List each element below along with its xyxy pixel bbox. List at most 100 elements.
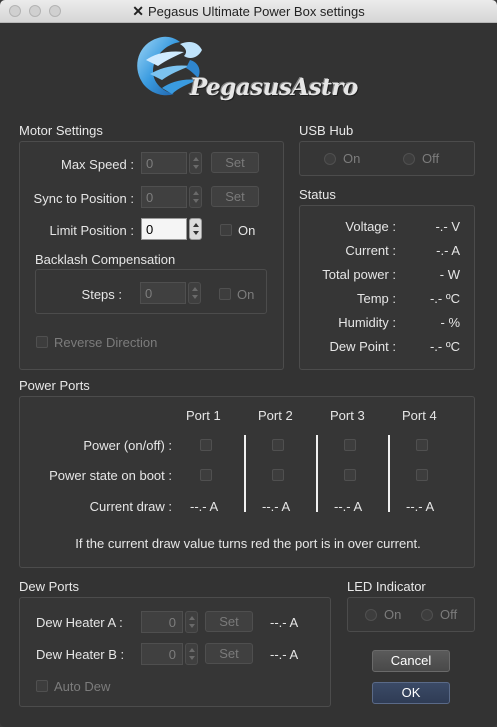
dew-heater-a-current: --.- A	[270, 615, 299, 630]
steps-on-label: On	[237, 287, 255, 302]
sync-position-input[interactable]: 0	[141, 186, 187, 208]
dew-heater-b-stepper[interactable]: 0	[141, 643, 199, 665]
port-1-header: Port 1	[186, 408, 221, 423]
ok-button[interactable]: OK	[372, 682, 450, 704]
power-ports-label: Power Ports	[19, 378, 90, 393]
dew-ports-group: Dew Heater A : 0 Set --.- A Dew Heater B…	[19, 597, 331, 707]
usb-hub-label: USB Hub	[299, 123, 354, 138]
x-logo-icon: ✕	[132, 3, 144, 19]
limit-on-checkbox[interactable]	[220, 224, 232, 236]
port-1-current-draw: --.- A	[190, 499, 219, 514]
dew-heater-b-input[interactable]: 0	[141, 643, 183, 665]
dew-ports-label: Dew Ports	[19, 579, 79, 594]
dew-heater-a-arrows[interactable]	[185, 611, 198, 633]
voltage-label: Voltage :	[345, 219, 396, 234]
backlash-compensation-label: Backlash Compensation	[35, 252, 176, 267]
humidity-label: Humidity :	[338, 315, 396, 330]
dew-point-value: -.- ºC	[429, 339, 460, 354]
limit-position-label: Limit Position :	[49, 223, 134, 238]
port-4-boot-checkbox[interactable]	[416, 469, 428, 481]
motor-settings-label: Motor Settings	[19, 123, 103, 138]
port-divider	[316, 435, 318, 512]
port-2-header: Port 2	[258, 408, 293, 423]
max-speed-input[interactable]: 0	[141, 152, 187, 174]
max-speed-arrows[interactable]	[189, 152, 202, 174]
max-speed-set-button[interactable]: Set	[211, 152, 259, 173]
port-4-current-draw: --.- A	[406, 499, 435, 514]
port-4-power-checkbox[interactable]	[416, 439, 428, 451]
port-3-power-checkbox[interactable]	[344, 439, 356, 451]
dew-heater-b-label: Dew Heater B :	[36, 647, 125, 662]
current-label: Current :	[345, 243, 396, 258]
window-title: ✕ Pegasus Ultimate Power Box settings	[0, 3, 497, 20]
settings-window: ✕ Pegasus Ultimate Power Box settings Peg…	[0, 0, 497, 727]
port-3-boot-checkbox[interactable]	[344, 469, 356, 481]
over-current-note: If the current draw value turns red the …	[75, 536, 421, 551]
dew-point-label: Dew Point :	[329, 339, 396, 354]
usb-hub-group: On Off	[299, 141, 475, 176]
max-speed-label: Max Speed :	[61, 157, 134, 172]
dew-heater-a-input[interactable]: 0	[141, 611, 183, 633]
dew-heater-a-label: Dew Heater A :	[36, 615, 123, 630]
limit-position-arrows[interactable]	[189, 218, 202, 240]
max-speed-stepper[interactable]: 0	[141, 152, 203, 174]
led-off-radio[interactable]	[421, 609, 433, 621]
port-2-boot-checkbox[interactable]	[272, 469, 284, 481]
motor-settings-group: Max Speed : 0 Set Sync to Position : 0 S…	[19, 141, 284, 370]
sync-position-stepper[interactable]: 0	[141, 186, 203, 208]
port-divider	[244, 435, 246, 512]
dew-heater-a-set-button[interactable]: Set	[205, 611, 253, 632]
current-draw-label: Current draw :	[89, 499, 172, 514]
limit-on-label: On	[238, 223, 256, 238]
usb-off-radio[interactable]	[403, 153, 415, 165]
power-ports-group: Port 1 Port 2 Port 3 Port 4 Power (on/of…	[19, 396, 475, 568]
port-divider	[388, 435, 390, 512]
limit-position-input[interactable]: 0	[141, 218, 187, 240]
sync-position-arrows[interactable]	[189, 186, 202, 208]
steps-stepper[interactable]: 0	[140, 282, 202, 304]
sync-position-label: Sync to Position :	[33, 191, 134, 206]
port-2-current-draw: --.- A	[262, 499, 291, 514]
total-power-value: - W	[439, 267, 460, 282]
voltage-value: -.- V	[435, 219, 460, 234]
power-on-boot-label: Power state on boot :	[49, 468, 172, 483]
dew-heater-b-current: --.- A	[270, 647, 299, 662]
steps-on-checkbox[interactable]	[219, 288, 231, 300]
led-on-radio[interactable]	[365, 609, 377, 621]
led-on-label: On	[384, 607, 402, 622]
dew-heater-b-arrows[interactable]	[185, 643, 198, 665]
port-4-header: Port 4	[402, 408, 437, 423]
led-indicator-group: On Off	[347, 597, 475, 632]
power-on-off-label: Power (on/off) :	[83, 438, 172, 453]
port-2-power-checkbox[interactable]	[272, 439, 284, 451]
title-bar: ✕ Pegasus Ultimate Power Box settings	[0, 0, 497, 23]
port-3-current-draw: --.- A	[334, 499, 363, 514]
port-3-header: Port 3	[330, 408, 365, 423]
dew-heater-b-set-button[interactable]: Set	[205, 643, 253, 664]
usb-off-label: Off	[422, 151, 440, 166]
temp-value: -.- ºC	[429, 291, 460, 306]
auto-dew-label: Auto Dew	[54, 679, 111, 694]
usb-on-radio[interactable]	[324, 153, 336, 165]
temp-label: Temp :	[356, 291, 396, 306]
pegasus-astro-logo: PegasusAstro	[128, 30, 383, 112]
reverse-direction-checkbox[interactable]	[36, 336, 48, 348]
sync-position-set-button[interactable]: Set	[211, 186, 259, 207]
limit-position-stepper[interactable]: 0	[141, 218, 203, 240]
steps-arrows[interactable]	[188, 282, 201, 304]
auto-dew-checkbox[interactable]	[36, 680, 48, 692]
logo-text: PegasusAstro	[190, 74, 358, 101]
dew-heater-a-stepper[interactable]: 0	[141, 611, 199, 633]
steps-label: Steps :	[81, 287, 122, 302]
window-title-text: Pegasus Ultimate Power Box settings	[147, 4, 365, 19]
port-1-power-checkbox[interactable]	[200, 439, 212, 451]
cancel-button[interactable]: Cancel	[372, 650, 450, 672]
steps-input[interactable]: 0	[140, 282, 186, 304]
usb-on-label: On	[343, 151, 361, 166]
current-value: -.- A	[436, 243, 460, 258]
reverse-direction-label: Reverse Direction	[54, 335, 158, 350]
status-group: Voltage : -.- V Current : -.- A Total po…	[299, 205, 475, 370]
led-indicator-label: LED Indicator	[347, 579, 426, 594]
port-1-boot-checkbox[interactable]	[200, 469, 212, 481]
total-power-label: Total power :	[322, 267, 396, 282]
